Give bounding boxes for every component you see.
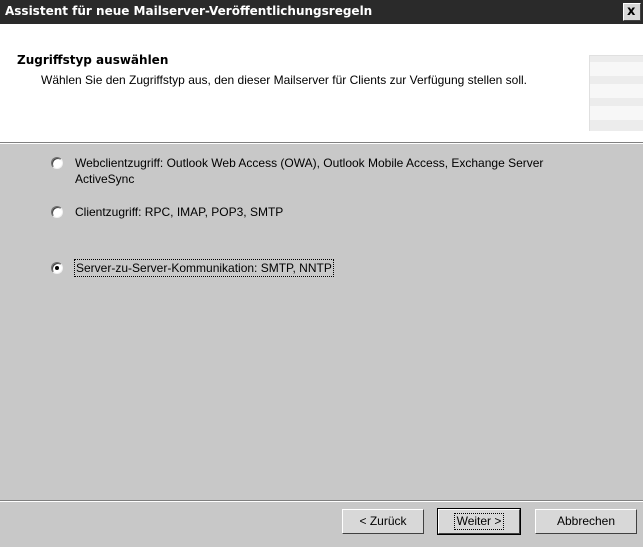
- page-title: Zugriffstyp auswählen: [17, 53, 169, 67]
- footer-separator-highlight: [0, 501, 643, 502]
- close-button[interactable]: x: [623, 3, 641, 21]
- wizard-window: Assistent für neue Mailserver-Veröffentl…: [0, 0, 643, 547]
- radio-server-to-server[interactable]: [51, 262, 63, 274]
- header-separator-highlight: [0, 143, 643, 144]
- cancel-button-label: Abbrechen: [556, 514, 616, 528]
- next-button[interactable]: Weiter >: [437, 508, 521, 535]
- radio-webclient-access[interactable]: [51, 157, 63, 169]
- radio-selected-dot: [55, 266, 59, 270]
- close-icon: x: [627, 4, 636, 19]
- wizard-header-graphic: [589, 55, 643, 131]
- option-label-webclient[interactable]: Webclientzugriff: Outlook Web Access (OW…: [75, 155, 605, 187]
- page-subtitle: Wählen Sie den Zugriffstyp aus, den dies…: [41, 73, 528, 87]
- radio-client-access[interactable]: [51, 206, 63, 218]
- next-button-label: Weiter >: [453, 513, 505, 530]
- cancel-button[interactable]: Abbrechen: [535, 509, 637, 534]
- option-label-server-to-server[interactable]: Server-zu-Server-Kommunikation: SMTP, NN…: [74, 259, 334, 277]
- back-button[interactable]: < Zurück: [342, 509, 424, 534]
- wizard-header: Zugriffstyp auswählen Wählen Sie den Zug…: [0, 24, 643, 142]
- back-button-label: < Zurück: [359, 514, 407, 528]
- window-title: Assistent für neue Mailserver-Veröffentl…: [5, 4, 373, 18]
- option-label-client[interactable]: Clientzugriff: RPC, IMAP, POP3, SMTP: [75, 204, 605, 220]
- title-bar: Assistent für neue Mailserver-Veröffentl…: [0, 0, 643, 24]
